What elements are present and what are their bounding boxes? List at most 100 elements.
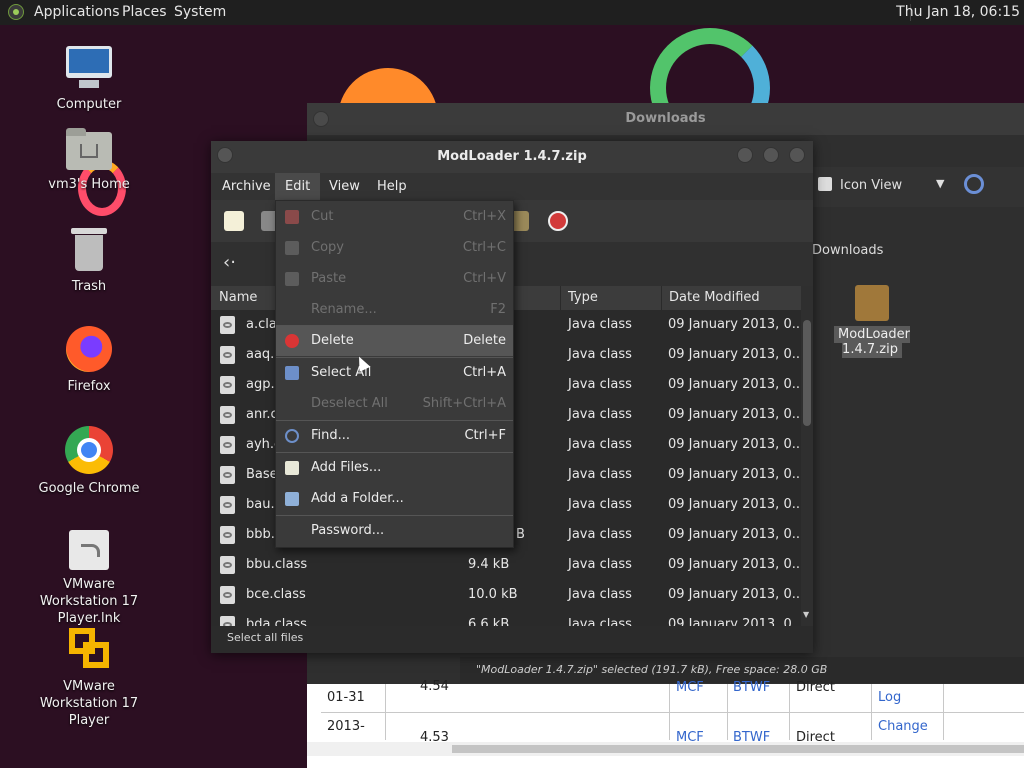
file-size: 6.6 kB	[468, 617, 510, 626]
menu-item-deselect-all[interactable]: Deselect All Shift+Ctrl+A	[276, 389, 513, 419]
minimize-button[interactable]	[737, 147, 753, 163]
menu-item-label: Rename...	[311, 302, 377, 317]
desktop-icon-trash[interactable]: Trash	[24, 226, 154, 295]
desktop-icon-chrome[interactable]: Google Chrome	[24, 426, 154, 497]
menu-item-label: Cut	[311, 209, 334, 224]
file-date: 09 January 2013, 0...	[668, 467, 801, 482]
table-cell: 01-31	[327, 690, 365, 705]
stop-icon[interactable]	[548, 211, 568, 231]
copy-icon	[285, 241, 299, 255]
trash-icon	[71, 226, 107, 272]
java-file-icon	[220, 436, 235, 454]
table-row[interactable]: bbu.class 9.4 kB Java class 09 January 2013…	[211, 550, 801, 580]
shortcut-icon	[69, 530, 109, 570]
desktop-icon-computer[interactable]: Computer	[24, 46, 154, 113]
computer-icon	[65, 46, 113, 90]
scissors-icon	[285, 210, 299, 224]
window-menu-button[interactable]	[313, 111, 329, 127]
file-type: Java class	[568, 407, 632, 422]
menu-item-label: Paste	[311, 271, 347, 286]
table-row[interactable]: bce.class 10.0 kB Java class 09 January 201…	[211, 580, 801, 610]
desktop-icon-home[interactable]: vm3's Home	[24, 128, 154, 193]
file-type: Java class	[568, 437, 632, 452]
archive-menubar: Archive Edit View Help	[211, 173, 813, 200]
column-header-date[interactable]: Date Modified	[669, 290, 760, 305]
file-item-label: ModLoader 1.4.7.zip	[834, 326, 910, 358]
close-button[interactable]	[789, 147, 805, 163]
menu-item-password[interactable]: Password...	[276, 516, 513, 546]
menu-item-rename[interactable]: Rename... F2	[276, 295, 513, 325]
back-icon[interactable]: ‹·	[223, 252, 236, 273]
desktop-icon-label: Firefox	[67, 379, 111, 394]
panel-clock[interactable]: Thu Jan 18, 06:15	[896, 4, 1020, 20]
menu-item-find[interactable]: Find... Ctrl+F	[276, 421, 513, 451]
menu-view[interactable]: View	[319, 173, 370, 200]
desktop-icon-firefox[interactable]: Firefox	[24, 326, 154, 395]
table-cell: 4.54	[420, 679, 449, 694]
desktop-icon-label: Computer	[56, 97, 122, 112]
window-menu-button[interactable]	[217, 147, 233, 163]
desktop-icon-label: Google Chrome	[38, 481, 140, 496]
menu-system[interactable]: System	[174, 4, 226, 20]
search-icon[interactable]	[964, 174, 984, 194]
desktop-icon-vmware[interactable]: VMware Workstation 17 Player	[24, 626, 154, 729]
menu-item-shortcut: Delete	[463, 333, 506, 348]
java-file-icon	[220, 586, 235, 604]
menu-item-cut[interactable]: Cut Ctrl+X	[276, 202, 513, 232]
edit-menu-dropdown: Cut Ctrl+X Copy Ctrl+C Paste Ctrl+V Rena…	[275, 200, 514, 548]
menu-item-delete[interactable]: Delete Delete	[276, 326, 513, 356]
java-file-icon	[220, 466, 235, 484]
java-file-icon	[220, 316, 235, 334]
scrollbar-thumb[interactable]	[803, 320, 811, 426]
maximize-button[interactable]	[763, 147, 779, 163]
table-link[interactable]: BTWF	[733, 680, 770, 695]
menu-item-label: Copy	[311, 240, 344, 255]
chevron-down-icon[interactable]: ▼	[936, 177, 944, 190]
view-mode-select[interactable]: Icon View	[840, 178, 902, 193]
horizontal-scrollbar[interactable]	[307, 742, 1024, 756]
scroll-down-icon[interactable]: ▼	[803, 610, 809, 619]
location-path[interactable]: Downloads	[812, 243, 883, 258]
vertical-scrollbar[interactable]: ▼	[801, 286, 813, 626]
file-date: 09 January 2013, 0...	[668, 587, 801, 602]
table-row[interactable]: bda.class 6.6 kB Java class 09 January 2013…	[211, 610, 801, 626]
menu-item-add-files[interactable]: Add Files...	[276, 453, 513, 483]
file-item-modloader[interactable]: ModLoader 1.4.7.zip	[812, 285, 932, 358]
add-folder-icon	[285, 492, 299, 506]
java-file-icon	[220, 556, 235, 574]
file-date: 09 January 2013, 0...	[668, 527, 801, 542]
menu-item-add-folder[interactable]: Add a Folder...	[276, 484, 513, 514]
column-header-name[interactable]: Name	[219, 290, 257, 305]
menu-places[interactable]: Places	[122, 4, 167, 20]
menu-archive[interactable]: Archive	[212, 173, 281, 200]
menu-help[interactable]: Help	[367, 173, 417, 200]
firefox-icon	[66, 326, 112, 372]
table-cell: Direct	[796, 680, 835, 695]
file-size: 9.4 kB	[468, 557, 510, 572]
menu-edit[interactable]: Edit	[275, 173, 321, 200]
menu-item-shortcut: Shift+Ctrl+A	[422, 396, 506, 411]
menu-item-copy[interactable]: Copy Ctrl+C	[276, 233, 513, 263]
menu-item-shortcut: Ctrl+A	[463, 365, 506, 380]
table-link[interactable]: Change	[878, 719, 928, 734]
downloads-window-title: Downloads	[307, 103, 1024, 135]
menu-item-label: Delete	[311, 333, 354, 348]
file-date: 09 January 2013, 0...	[668, 347, 801, 362]
vmware-icon	[65, 626, 113, 672]
desktop-icon-vmware-lnk[interactable]: VMware Workstation 17 Player.lnk	[24, 530, 154, 627]
menu-applications[interactable]: Applications	[34, 4, 120, 20]
menu-item-label: Deselect All	[311, 396, 388, 411]
file-date: 09 January 2013, 0...	[668, 407, 801, 422]
file-size: 10.0 kB	[468, 587, 518, 602]
menu-item-paste[interactable]: Paste Ctrl+V	[276, 264, 513, 294]
table-link[interactable]: Log	[878, 690, 901, 705]
table-link[interactable]: MCF	[676, 680, 704, 695]
file-type: Java class	[568, 347, 632, 362]
distro-logo-icon[interactable]	[8, 4, 24, 20]
menu-item-label: Add Files...	[311, 460, 382, 475]
menu-item-select-all[interactable]: Select All Ctrl+A	[276, 358, 513, 388]
desktop-icon-label: VMware Workstation 17 Player	[39, 679, 139, 728]
delete-icon	[285, 334, 299, 348]
column-header-type[interactable]: Type	[568, 290, 598, 305]
new-archive-icon[interactable]	[224, 211, 244, 231]
